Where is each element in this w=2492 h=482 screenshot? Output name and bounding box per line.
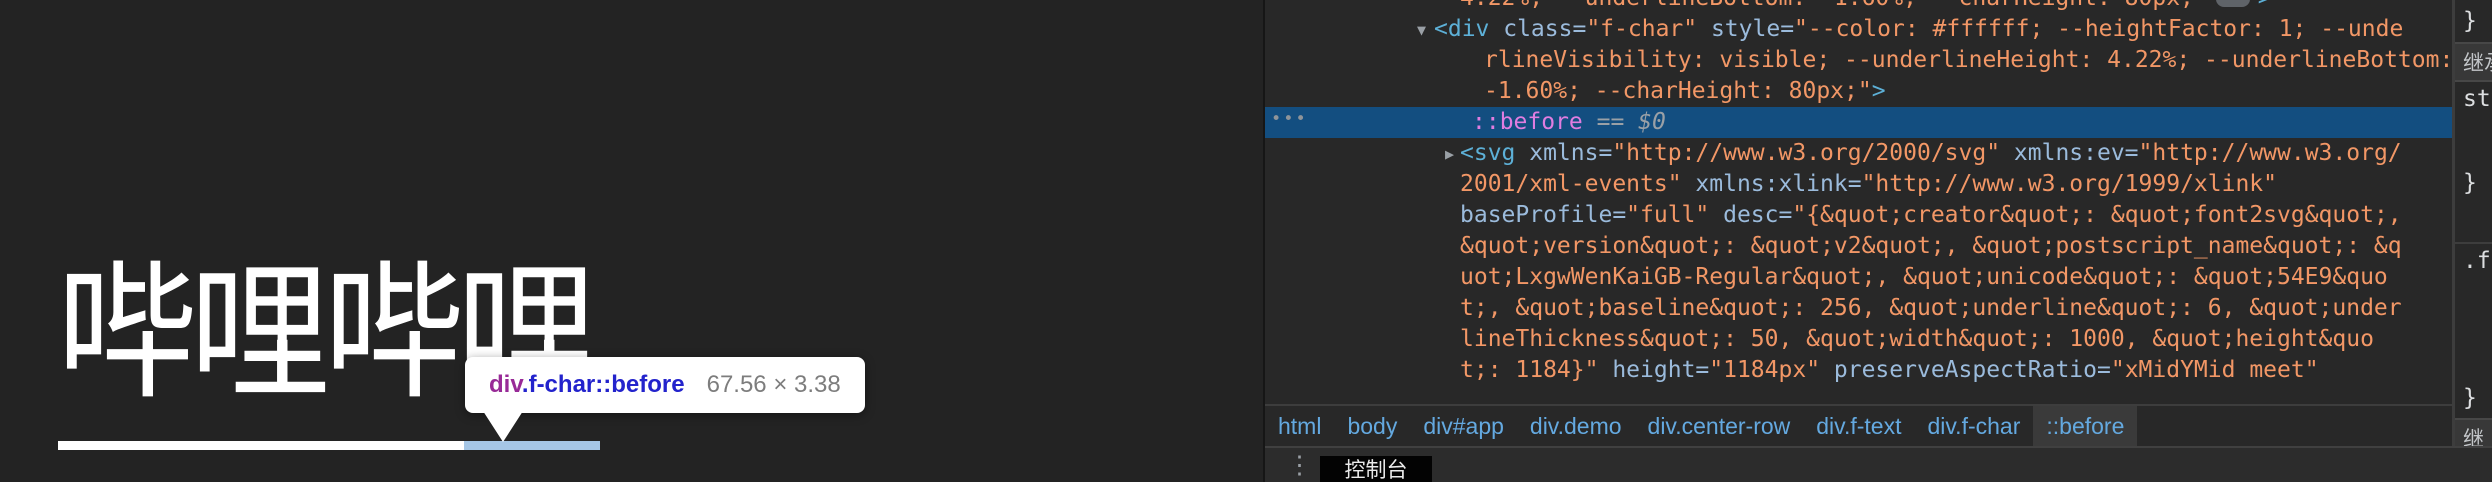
code-segment: &quot;version&quot;: &quot;v2&quot;, &qu…	[1460, 233, 2402, 259]
row-hover-menu-icon[interactable]: •••	[1271, 104, 1308, 135]
code-segment: "full"	[1626, 202, 1709, 228]
styles-rail-brace: }	[2463, 8, 2477, 34]
code-segment: baseProfile=	[1460, 202, 1626, 228]
styles-rail-selector[interactable]: .f-	[2463, 248, 2492, 274]
code-segment: preserveAspectRatio=	[1820, 357, 2111, 383]
code-segment: lineThickness&quot;: 50, &quot;width&quo…	[1460, 326, 2374, 352]
kebab-menu-icon[interactable]: ⋮	[1287, 450, 1312, 480]
breadcrumb-item-div-f-char[interactable]: div.f-char	[1914, 406, 2033, 446]
inspect-tooltip-selector: div.f-char::before	[489, 371, 685, 399]
code-segment: "1184px"	[1709, 357, 1820, 383]
code-segment: class=	[1489, 16, 1586, 42]
inspected-page: 哔哩哔哩 div.f-char::before 67.56 × 3.38	[0, 0, 1263, 482]
tooltip-dimensions: 67.56 × 3.38	[707, 371, 841, 399]
styles-rail-brace: }	[2463, 170, 2477, 196]
drawer-bar: ⋮ 控制台	[1265, 446, 2492, 482]
adorner-badge[interactable]	[2216, 0, 2250, 7]
code-segment: "http://www.w3.org/2000/svg"	[1612, 140, 2000, 166]
breadcrumb: htmlbodydiv#appdiv.demodiv.center-rowdiv…	[1265, 404, 2452, 446]
tooltip-tag-name: div	[489, 371, 522, 398]
tab-console[interactable]: 控制台	[1320, 456, 1432, 482]
code-segment: uot;LxgwWenKaiGB-Regular&quot;, &quot;un…	[1460, 264, 2388, 290]
breadcrumb-item-div-demo[interactable]: div.demo	[1517, 406, 1635, 446]
code-segment: "http://www.w3.org/	[2139, 140, 2402, 166]
styles-pane-clipped: } 继承 sty} .f-} 继	[2452, 0, 2492, 446]
dom-tree-row[interactable]: &quot;version&quot;: &quot;v2&quot;, &qu…	[1265, 231, 2452, 262]
dom-tree[interactable]: 4.22%; --underlineBottom: -1.60%; --char…	[1265, 0, 2452, 402]
dom-tree-row[interactable]: t;: 1184}" height="1184px" preserveAspec…	[1265, 355, 2452, 386]
code-segment: height=	[1612, 357, 1709, 383]
devtools-panel: 4.22%; --underlineBottom: -1.60%; --char…	[1263, 0, 2492, 482]
code-segment: >	[2258, 0, 2272, 11]
code-segment: 2001/xml-events"	[1460, 171, 1682, 197]
styles-rail-header[interactable]: 继承	[2455, 42, 2492, 82]
code-segment: >	[1872, 78, 1886, 104]
dom-tree-row[interactable]: uot;LxgwWenKaiGB-Regular&quot;, &quot;un…	[1265, 262, 2452, 293]
breadcrumb-item-body[interactable]: body	[1334, 406, 1410, 446]
breadcrumb-item--before[interactable]: ::before	[2033, 406, 2137, 446]
code-segment: xmlns=	[1515, 140, 1612, 166]
code-segment: t;, &quot;baseline&quot;: 256, &quot;und…	[1460, 295, 2402, 321]
code-segment: "{&quot;creator&quot;: &quot;font2svg&qu…	[1792, 202, 2401, 228]
code-segment: xmlns:ev=	[2000, 140, 2138, 166]
inspect-highlight-before	[464, 441, 600, 450]
text-underline	[58, 441, 464, 450]
dom-tree-row[interactable]: 2001/xml-events" xmlns:xlink="http://www…	[1265, 169, 2452, 200]
code-segment: <svg	[1460, 140, 1515, 166]
code-segment: xmlns:xlink=	[1682, 171, 1862, 197]
code-segment: "--color: #ffffff; --heightFactor: 1; --…	[1794, 16, 2403, 42]
code-segment: t;: 1184}"	[1460, 357, 1612, 383]
code-segment: -1.60%; --charHeight: 80px;"	[1484, 78, 1872, 104]
dom-tree-row[interactable]: ▼ <div class="f-char" style="--color: #ff…	[1265, 14, 2452, 45]
code-segment: $0	[1638, 109, 1666, 135]
code-segment: <div	[1434, 16, 1489, 42]
code-segment: "http://www.w3.org/1999/xlink"	[1862, 171, 2277, 197]
inspect-tooltip: div.f-char::before 67.56 × 3.38	[465, 357, 865, 413]
styles-rail-code[interactable]: sty	[2463, 86, 2492, 112]
breadcrumb-item-div-f-text[interactable]: div.f-text	[1803, 406, 1914, 446]
dom-tree-row[interactable]: rlineVisibility: visible; --underlineHei…	[1265, 45, 2452, 76]
screenshot-root: 哔哩哔哩 div.f-char::before 67.56 × 3.38 4.2…	[0, 0, 2492, 482]
dom-tree-row[interactable]: -1.60%; --charHeight: 80px;">	[1265, 76, 2452, 107]
dom-tree-row[interactable]: lineThickness&quot;: 50, &quot;width&quo…	[1265, 324, 2452, 355]
code-segment: "xMidYMid meet"	[2111, 357, 2319, 383]
styles-rail-brace: }	[2463, 385, 2477, 411]
breadcrumb-item-html[interactable]: html	[1265, 406, 1334, 446]
styles-rail-header[interactable]: 继	[2455, 418, 2492, 446]
dom-tree-row[interactable]: t;, &quot;baseline&quot;: 256, &quot;und…	[1265, 293, 2452, 324]
tooltip-selector-rest: .f-char::before	[522, 371, 685, 398]
code-segment: desc=	[1709, 202, 1792, 228]
dom-tree-row[interactable]: ▶<svg xmlns="http://www.w3.org/2000/svg"…	[1265, 138, 2452, 169]
styles-section-divider	[2455, 242, 2492, 244]
code-segment: 4.22%; --underlineBottom: -1.60%; --char…	[1460, 0, 2208, 11]
code-segment: ==	[1583, 109, 1638, 135]
breadcrumb-item-div-app[interactable]: div#app	[1410, 406, 1517, 446]
expand-arrow-icon[interactable]: ▶	[1445, 139, 1454, 170]
dom-tree-row[interactable]: 4.22%; --underlineBottom: -1.60%; --char…	[1265, 0, 2452, 14]
code-segment: "f-char"	[1586, 16, 1697, 42]
inspect-tooltip-arrow	[483, 411, 523, 442]
breadcrumb-item-div-center-row[interactable]: div.center-row	[1635, 406, 1804, 446]
code-segment: style=	[1697, 16, 1794, 42]
code-segment: ::before	[1472, 109, 1583, 135]
collapse-arrow-icon[interactable]: ▼	[1417, 15, 1426, 46]
dom-tree-row[interactable]: •••::before == $0	[1265, 107, 2452, 138]
dom-tree-row[interactable]: baseProfile="full" desc="{&quot;creator&…	[1265, 200, 2452, 231]
code-segment: rlineVisibility: visible; --underlineHei…	[1484, 47, 2452, 73]
